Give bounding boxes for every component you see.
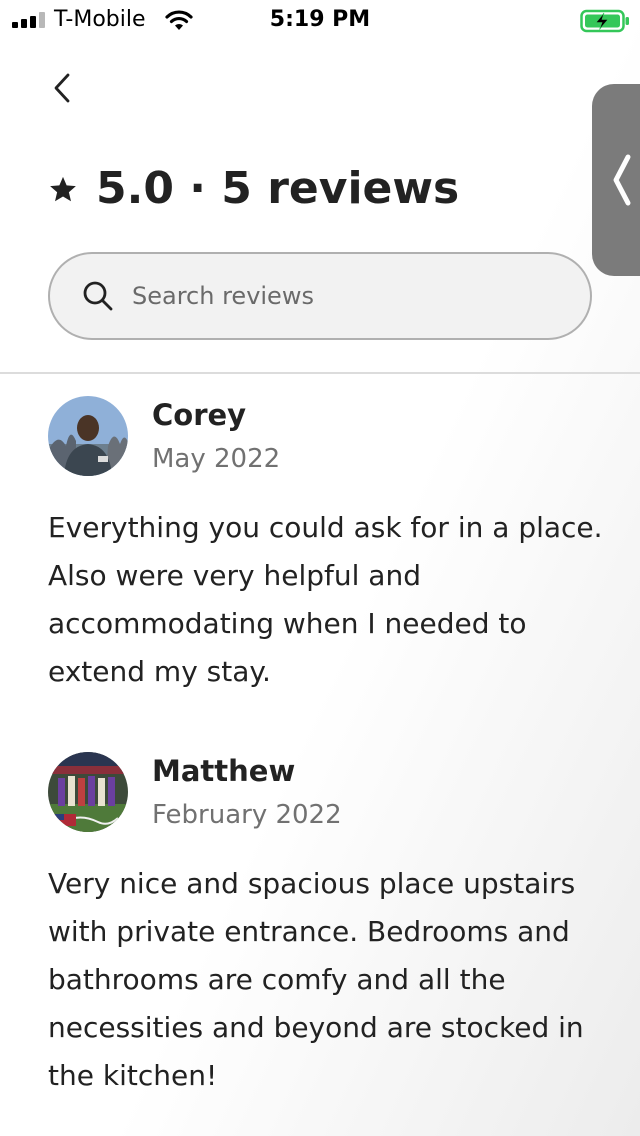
battery-charging-icon: [580, 9, 629, 33]
rating-title: 5.0 · 5 reviews: [96, 162, 460, 214]
status-bar: T-Mobile 5:19 PM: [0, 0, 640, 40]
review-text: Very nice and spacious place upstairs wi…: [48, 867, 584, 1092]
back-button[interactable]: [42, 66, 82, 110]
search-icon: [83, 281, 113, 311]
chevron-left-icon: [613, 154, 631, 206]
rating-summary: 5.0 · 5 reviews: [48, 156, 459, 220]
avatar[interactable]: [48, 752, 128, 832]
status-time: 5:19 PM: [269, 7, 371, 32]
review-date: May 2022: [152, 444, 281, 474]
avatar[interactable]: [48, 396, 128, 476]
chevron-left-icon: [54, 73, 70, 103]
reviews-screen: T-Mobile 5:19 PM 5.0 · 5 reviews Search …: [0, 0, 640, 1136]
search-input[interactable]: [132, 282, 552, 310]
reviewer-name: Matthew: [152, 754, 296, 788]
side-panel-handle[interactable]: [592, 84, 640, 276]
reviewer-name: Corey: [152, 398, 247, 432]
star-icon: [50, 176, 76, 202]
search-box[interactable]: [48, 252, 592, 340]
review-date: February 2022: [152, 800, 342, 830]
divider: [0, 372, 640, 374]
review-text: Everything you could ask for in a place.…: [48, 511, 603, 688]
